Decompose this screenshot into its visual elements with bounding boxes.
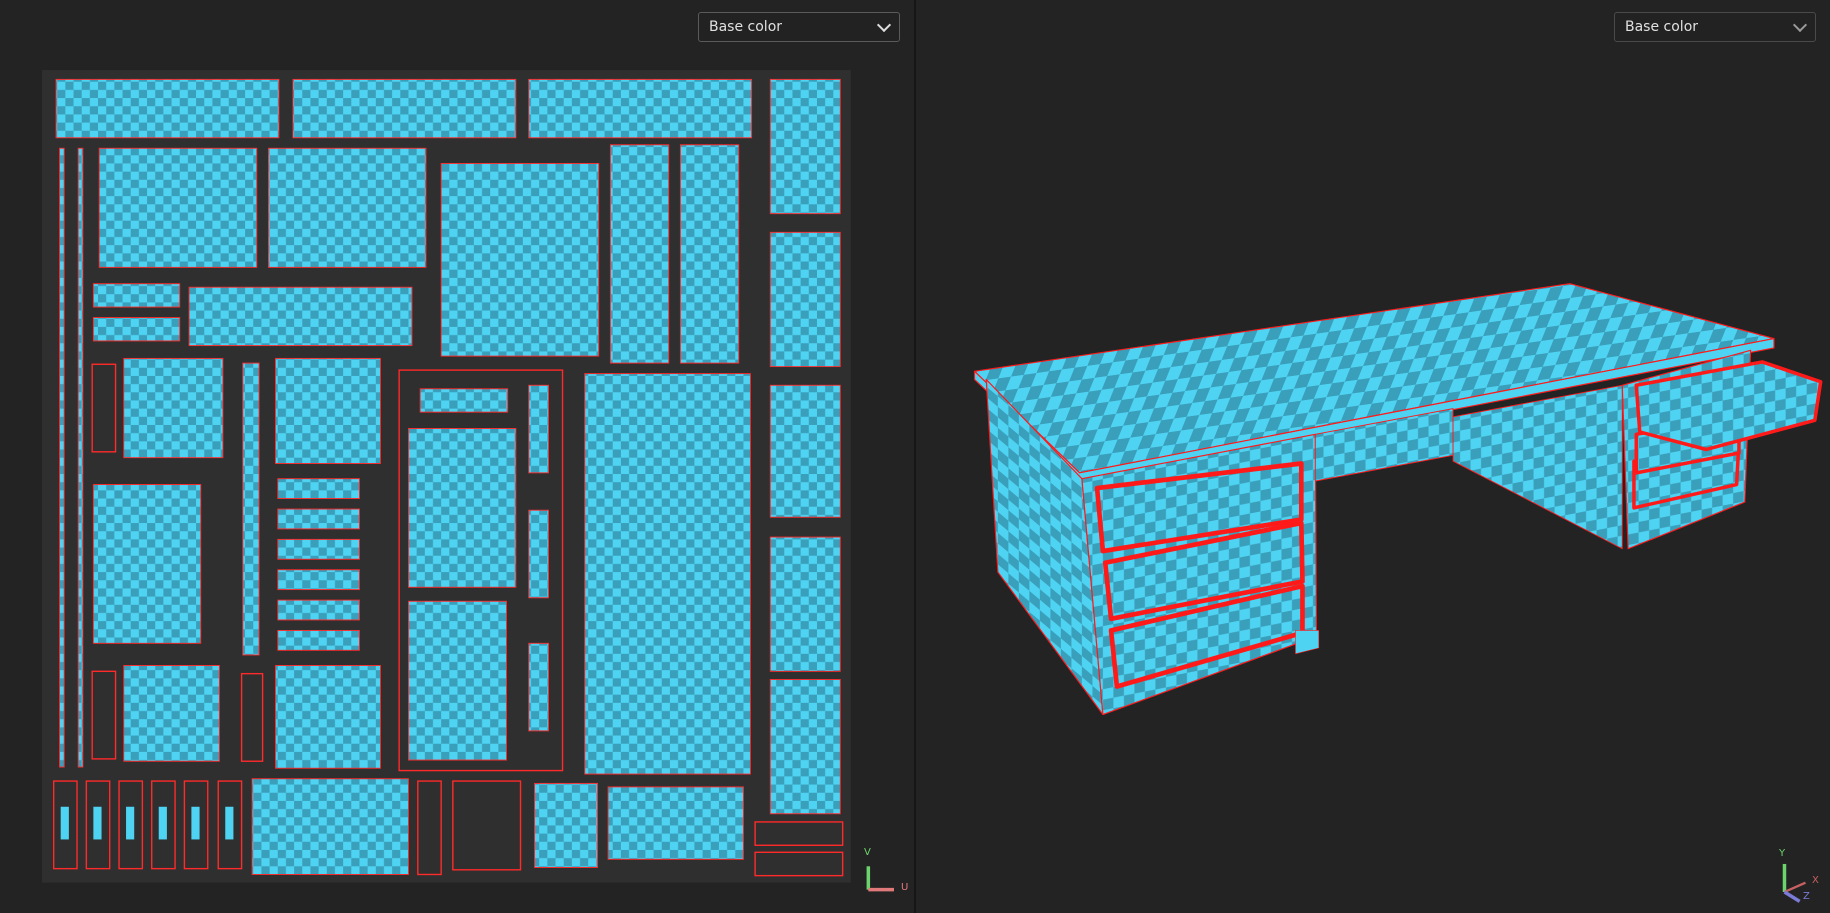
chevron-down-icon (876, 17, 892, 32)
uv-island[interactable] (92, 317, 181, 342)
uv-island[interactable] (528, 509, 549, 599)
chevron-down-icon (1792, 17, 1808, 32)
uv-island[interactable] (277, 538, 360, 560)
uv-island[interactable] (277, 508, 360, 530)
uv-island[interactable] (769, 78, 841, 215)
uv-island[interactable] (408, 428, 517, 588)
y-axis-label: Y (1779, 848, 1786, 859)
desk-model[interactable] (973, 283, 1823, 716)
uv-island[interactable] (769, 536, 841, 672)
uv-island[interactable] (123, 357, 224, 459)
uv-island[interactable] (277, 599, 360, 621)
uv-island-small[interactable] (93, 806, 102, 840)
v-axis-label: V (864, 847, 871, 858)
uv-island[interactable] (242, 362, 260, 656)
uv-island[interactable] (251, 778, 409, 875)
x-axis-label: X (1812, 875, 1819, 886)
uv-island-small[interactable] (225, 806, 234, 840)
uv-island[interactable] (419, 388, 509, 413)
u-axis-label: U (901, 882, 909, 893)
uv-island[interactable] (769, 231, 841, 368)
back-panel[interactable] (1452, 384, 1623, 550)
uv-island-small[interactable] (126, 806, 135, 840)
uv-island[interactable] (274, 665, 381, 769)
uv-island[interactable] (55, 78, 280, 139)
uv-island[interactable] (769, 679, 841, 815)
uv-island[interactable] (292, 78, 517, 139)
uv-island[interactable] (59, 147, 65, 768)
canvas (42, 70, 1823, 903)
dropdown-value: Base color (709, 19, 783, 35)
uv-island[interactable] (769, 384, 841, 518)
uv-island[interactable] (123, 665, 220, 762)
uv-channel-dropdown[interactable]: Base color (698, 12, 900, 42)
uv-island[interactable] (267, 147, 427, 268)
uv-island[interactable] (188, 286, 413, 347)
uv-island[interactable] (440, 162, 600, 357)
dropdown-value: Base color (1625, 19, 1699, 35)
z-axis (1783, 890, 1801, 903)
uv-island[interactable] (92, 283, 181, 308)
z-axis-label: Z (1803, 891, 1810, 902)
uv-island[interactable] (607, 786, 744, 860)
uv-island[interactable] (528, 78, 753, 139)
uv-island-small[interactable] (191, 806, 200, 840)
uv-island-small[interactable] (158, 806, 167, 840)
uv-island[interactable] (277, 478, 360, 499)
uv-island[interactable] (274, 357, 381, 464)
uv-island[interactable] (609, 144, 670, 364)
leg-left[interactable] (1295, 630, 1320, 655)
uv-island[interactable] (277, 569, 360, 591)
uv-island[interactable] (277, 629, 360, 651)
uv-island[interactable] (679, 144, 740, 364)
uv-island[interactable] (408, 600, 507, 761)
uv-island[interactable] (528, 642, 549, 732)
uv-island[interactable] (92, 484, 202, 644)
uv-axis-gizmo (866, 866, 894, 892)
viewport-channel-dropdown[interactable]: Base color (1614, 12, 1816, 42)
uv-island-small[interactable] (60, 806, 69, 840)
uv-island[interactable] (534, 782, 599, 868)
uv-island[interactable] (77, 147, 84, 768)
uv-island[interactable] (528, 384, 549, 474)
uv-island[interactable] (98, 147, 258, 268)
uv-island[interactable] (584, 373, 751, 775)
